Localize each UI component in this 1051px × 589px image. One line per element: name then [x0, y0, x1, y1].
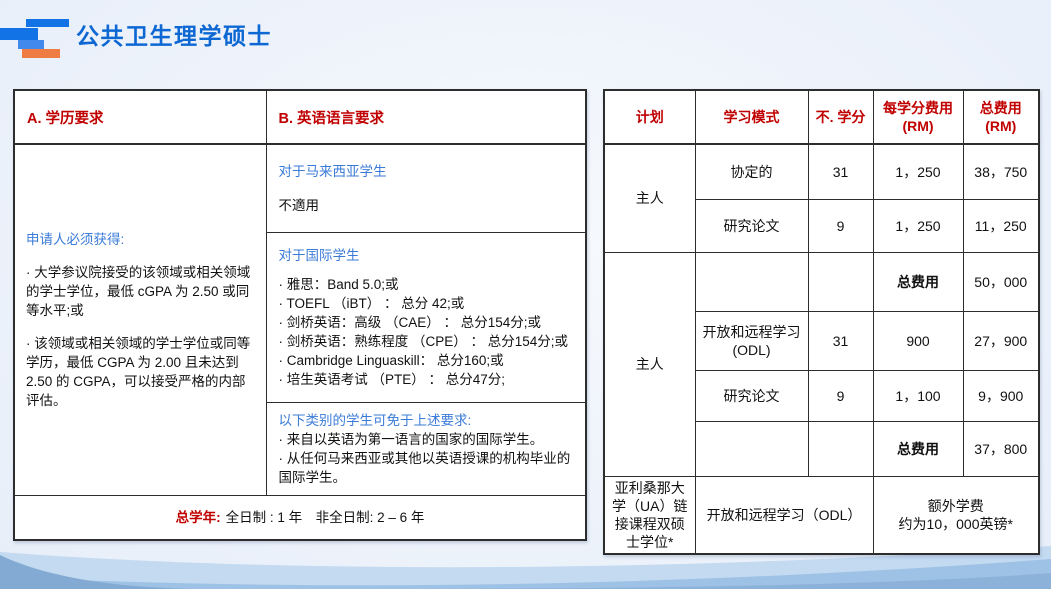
total-cell: 50，000	[963, 252, 1039, 311]
academic-requirements-header: A. 学历要求	[14, 90, 266, 144]
ua-fee-cell: 额外学费 约为10，000英镑*	[873, 476, 1039, 554]
english-international-cell: 对于国际学生 · 雅思：Band 5.0;或 · TOEFL （iBT） ： 总…	[266, 232, 586, 402]
ua-fee-line: 约为10，000英镑*	[878, 515, 1035, 533]
plan-cell-master-2: 主人	[604, 252, 695, 476]
empty-cell	[695, 421, 808, 476]
ua-fee-line: 额外学费	[878, 497, 1035, 515]
column-header-study-mode: 学习模式	[695, 90, 808, 144]
english-test-item: · Cambridge Linguaskill： 总分160;或	[279, 351, 574, 370]
credits-cell: 9	[808, 199, 873, 252]
english-test-item: · TOEFL （iBT） ： 总分 42;或	[279, 294, 574, 313]
requirements-table: A. 学历要求 B. 英语语言要求 申请人必须获得: · 大学参议院接受的该领域…	[13, 89, 587, 541]
column-header-plan: 计划	[604, 90, 695, 144]
per-credit-cell: 1，100	[873, 370, 963, 421]
total-cell: 37，800	[963, 421, 1039, 476]
total-fee-label: 总费用	[873, 252, 963, 311]
table-row: 主人 协定的 31 1，250 38，750	[604, 144, 1039, 199]
total-cell: 27，900	[963, 311, 1039, 370]
per-credit-cell: 900	[873, 311, 963, 370]
duration-cell: 总学年: 全日制 : 1 年 非全日制: 2 – 6 年	[14, 495, 586, 540]
english-malaysian-cell: 对于马来西亚学生 不適用	[266, 144, 586, 232]
english-test-item: · 剑桥英语：熟练程度 （CPE） ： 总分154分;或	[279, 332, 574, 351]
english-test-item: · 雅思：Band 5.0;或	[279, 275, 574, 294]
total-cell: 38，750	[963, 144, 1039, 199]
duration-text: 全日制 : 1 年 非全日制: 2 – 6 年	[226, 510, 425, 525]
credits-cell: 31	[808, 311, 873, 370]
logo-bar-icon	[26, 19, 69, 27]
table-row: 亚利桑那大学（UA）链接课程双硕士学位* 开放和远程学习（ODL） 额外学费 约…	[604, 476, 1039, 554]
malaysian-students-title: 对于马来西亚学生	[279, 162, 574, 181]
malaysian-students-body: 不適用	[279, 196, 574, 215]
credits-cell: 9	[808, 370, 873, 421]
mode-cell: 开放和远程学习 (ODL)	[695, 311, 808, 370]
english-exemption-cell: 以下类别的学生可免于上述要求: · 来自以英语为第一语言的国家的国际学生。 · …	[266, 402, 586, 495]
mode-cell: 研究论文	[695, 370, 808, 421]
exemption-item: · 来自以英语为第一语言的国家的国际学生。	[279, 430, 574, 449]
english-requirements-header: B. 英语语言要求	[266, 90, 586, 144]
exemption-title: 以下类别的学生可免于上述要求:	[279, 411, 574, 430]
academic-item: · 该领域或相关领域的学士学位或同等学历，最低 CGPA 为 2.00 且未达到…	[26, 334, 255, 410]
mode-cell-ua: 开放和远程学习（ODL）	[695, 476, 873, 554]
mode-cell: 研究论文	[695, 199, 808, 252]
english-test-item: · 培生英语考试 （PTE） ： 总分47分;	[279, 370, 574, 389]
academic-item: · 大学参议院接受的该领域或相关领域的学士学位，最低 cGPA 为 2.50 或…	[26, 263, 255, 320]
column-header-credits: 不. 学分	[808, 90, 873, 144]
table-row: 主人 总费用 50，000	[604, 252, 1039, 311]
column-header-fee-per-credit: 每学分费用 (RM)	[873, 90, 963, 144]
per-credit-cell: 1，250	[873, 199, 963, 252]
empty-cell	[808, 421, 873, 476]
duration-label: 总学年:	[176, 510, 221, 525]
per-credit-cell: 1，250	[873, 144, 963, 199]
page-title: 公共卫生理学硕士	[76, 17, 272, 51]
credits-cell: 31	[808, 144, 873, 199]
slide-background: 公共卫生理学硕士 A. 学历要求 B. 英语语言要求 申请人必须获得: · 大学…	[0, 0, 1051, 589]
total-cell: 9，900	[963, 370, 1039, 421]
logo-bar-icon	[0, 28, 38, 40]
exemption-item: · 从任何马来西亚或其他以英语授课的机构毕业的国际学生。	[279, 449, 574, 487]
total-fee-label: 总费用	[873, 421, 963, 476]
logo-bar-icon	[22, 49, 60, 58]
english-test-item: · 剑桥英语：高级 （CAE） ： 总分154分;或	[279, 313, 574, 332]
academic-requirements-cell: 申请人必须获得: · 大学参议院接受的该领域或相关领域的学士学位，最低 cGPA…	[14, 144, 266, 495]
column-header-total-fee: 总费用 (RM)	[963, 90, 1039, 144]
logo-bar-icon	[18, 40, 44, 49]
empty-cell	[695, 252, 808, 311]
total-cell: 11，250	[963, 199, 1039, 252]
academic-intro: 申请人必须获得:	[26, 230, 255, 249]
fees-table: 计划 学习模式 不. 学分 每学分费用 (RM) 总费用 (RM) 主人 协定的…	[603, 89, 1040, 555]
empty-cell	[808, 252, 873, 311]
plan-cell-master-1: 主人	[604, 144, 695, 252]
international-students-title: 对于国际学生	[279, 246, 574, 265]
mode-cell: 协定的	[695, 144, 808, 199]
plan-cell-ua-dual-degree: 亚利桑那大学（UA）链接课程双硕士学位*	[604, 476, 695, 554]
